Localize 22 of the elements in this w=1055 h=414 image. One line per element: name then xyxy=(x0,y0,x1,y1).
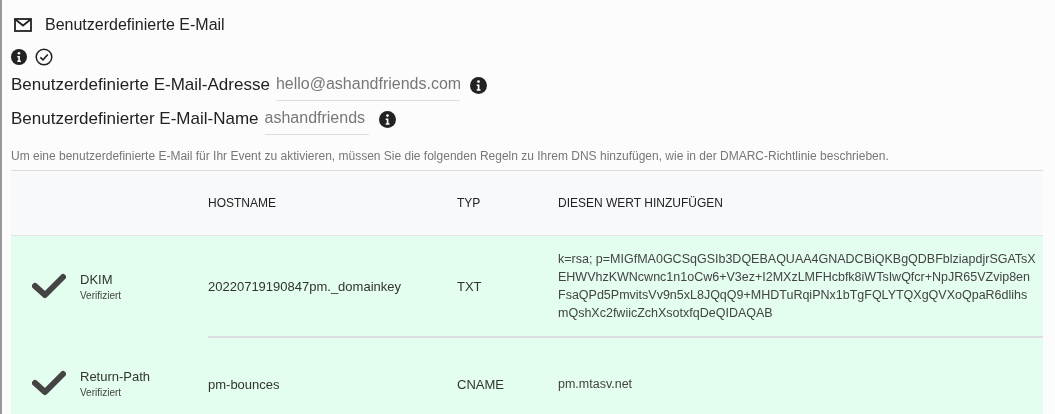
field-label: Benutzerdefinierte E-Mail-Adresse xyxy=(11,75,270,96)
section-title: Benutzerdefinierte E-Mail xyxy=(45,16,225,34)
field-label: Benutzerdefinierter E-Mail-Name xyxy=(11,109,259,130)
column-header: HOSTNAME xyxy=(208,196,277,210)
record-status: Verifiziert xyxy=(80,289,122,301)
table-cell-text: k=rsa; p=MIGfMA0GCSqGSIb3DQEBAQUAA4GNADCBiQKBgQDBFblziapdjrSGATsXEHWVhzKWNcwnc1n1oCw6+V3ez+I2MXzLMFHcbfk8iWTsIwQfcr+NpJR65VZvip8enFsaQPd5PmvitsVv9n5xL8JQqQ9+MHDTuRqiPNx1bTgFQLYTQXgQVXoQpaR6dlihsmQshXc2fwiicZchXsotxfqDeQIDAQAB xyxy=(558,251,1037,322)
table-cell-text: pm.mtasv.net xyxy=(558,376,633,393)
info-icon[interactable] xyxy=(469,77,487,94)
info-icon[interactable] xyxy=(11,49,27,65)
envelope-icon xyxy=(14,18,32,32)
column-header: DIESEN WERT HINZUFÜGEN xyxy=(558,196,724,210)
input-field[interactable]: ashandfriends xyxy=(264,109,369,135)
table-cell: 20220719190847pm._domainkey xyxy=(208,278,401,294)
table-cell: CNAME xyxy=(457,376,504,392)
table-cell: pm-bounces xyxy=(208,376,280,392)
input-field[interactable]: hello@ashandfriends.com xyxy=(275,75,460,101)
table-cell: TXT xyxy=(457,278,482,294)
column-header: TYP xyxy=(457,196,482,210)
record-name: Return-Path xyxy=(80,368,151,384)
info-icon[interactable] xyxy=(378,111,396,128)
record-name: DKIM xyxy=(80,271,113,287)
record-status: Verifiziert xyxy=(80,386,122,398)
